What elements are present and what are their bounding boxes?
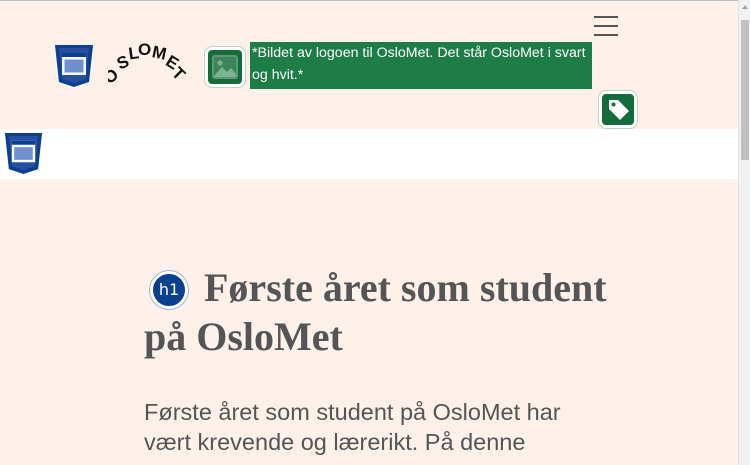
page-title: Første året som student på OsloMet — [144, 265, 607, 359]
site-header: O S L O M E T *Bildet av logoen til Oslo… — [0, 1, 738, 129]
scrollbar-thumb[interactable] — [741, 20, 749, 160]
image-alt-badge-icon — [205, 47, 245, 87]
tag-badge-icon — [599, 91, 637, 128]
html5-badge-icon — [53, 44, 95, 88]
hamburger-menu-icon[interactable] — [594, 15, 618, 37]
oslomet-logo[interactable]: O S L O M E T — [100, 40, 190, 91]
intro-paragraph: Første året som student på OsloMet har v… — [144, 399, 561, 455]
vertical-scrollbar[interactable] — [738, 0, 750, 465]
image-alt-text: *Bildet av logoen til OsloMet. Det står … — [250, 42, 592, 89]
svg-text:M: M — [150, 42, 168, 64]
svg-text:O: O — [138, 41, 151, 59]
h1-badge-icon: h1 — [150, 271, 188, 309]
navigation-bar — [0, 129, 738, 179]
main-content: Første året som student på OsloMet h1 Fø… — [0, 179, 738, 465]
scroll-up-arrow-icon[interactable] — [742, 5, 748, 9]
html5-badge-icon — [3, 132, 44, 175]
